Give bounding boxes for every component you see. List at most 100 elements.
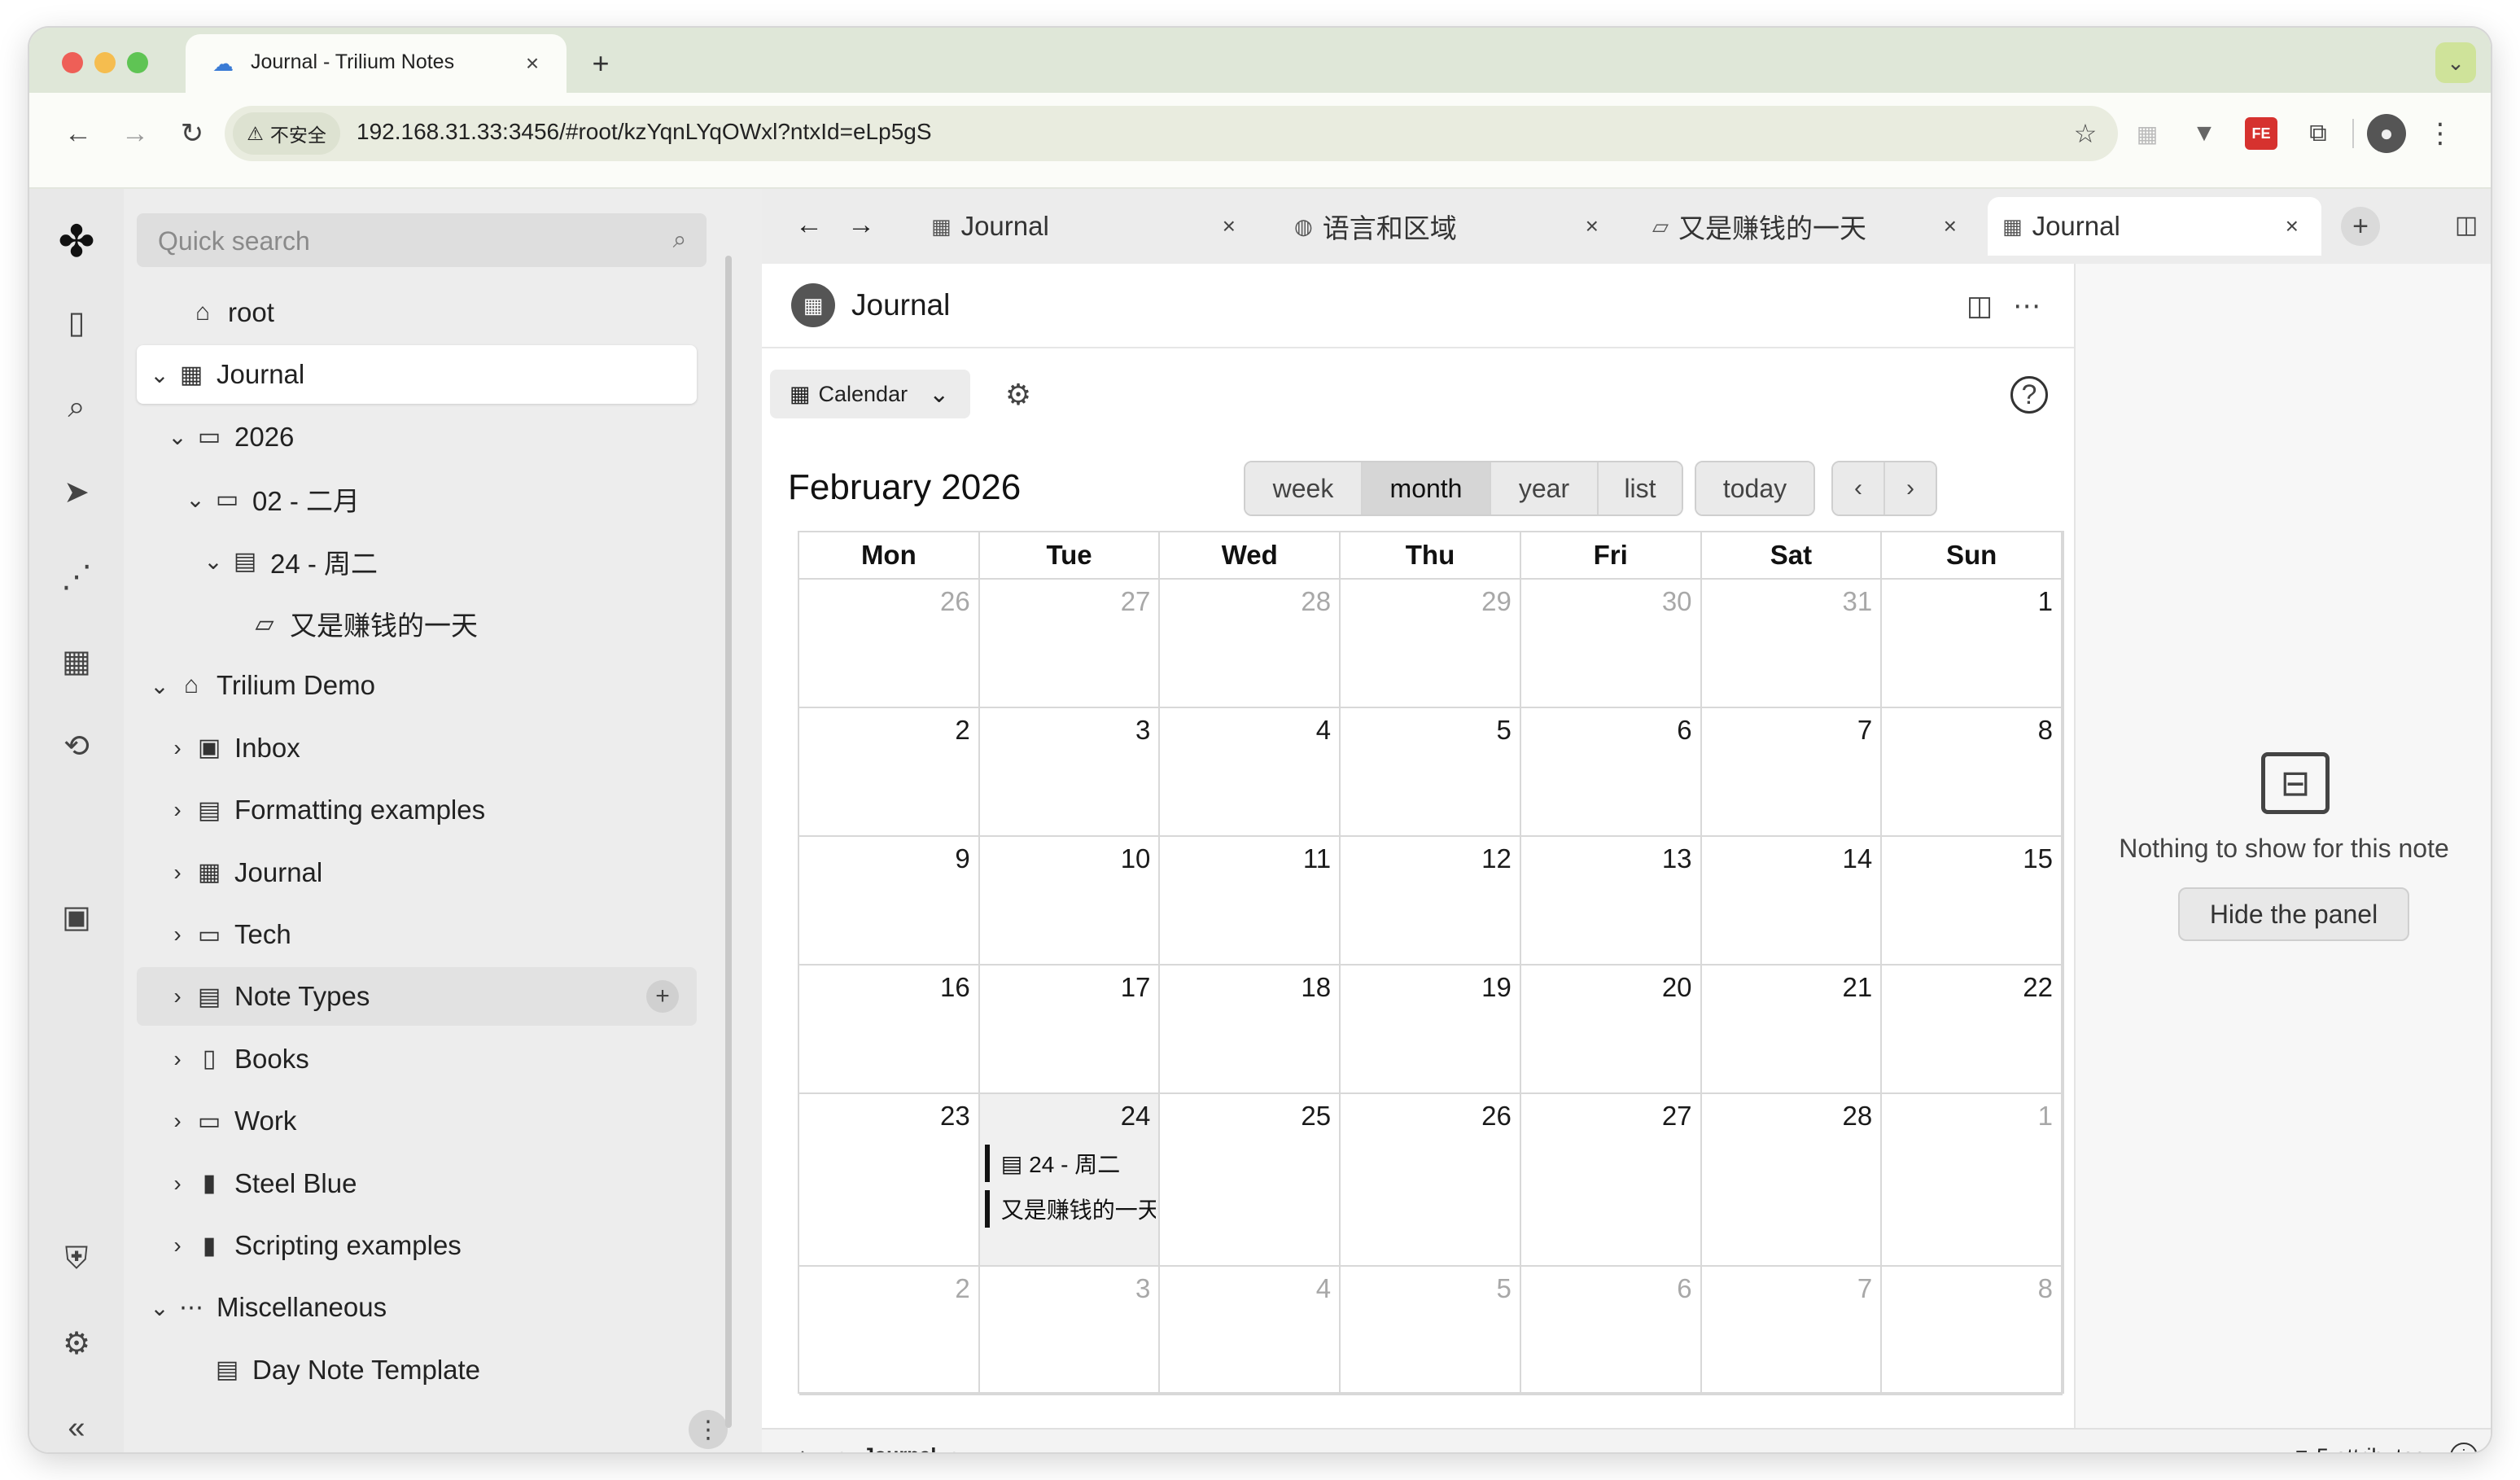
minimize-window-button[interactable] [94, 52, 116, 73]
security-chip[interactable]: ⚠ 不安全 [233, 112, 340, 155]
day-cell[interactable]: 7 [1701, 1267, 1883, 1395]
day-cell[interactable]: 26 [799, 580, 980, 708]
chevron-down-icon[interactable]: ⌄ [145, 672, 174, 699]
day-cell[interactable]: 4 [1160, 1267, 1341, 1395]
collection-settings-gear-icon[interactable]: ⚙ [1000, 376, 1037, 414]
extensions-puzzle-icon[interactable]: ⧉ [2302, 117, 2334, 150]
note-tab[interactable]: ▦ Journal × [1988, 197, 2321, 256]
browser-menu-icon[interactable]: ⋮ [2424, 114, 2457, 153]
maximize-window-button[interactable] [127, 52, 148, 73]
day-cell[interactable]: 8 [1882, 1267, 2063, 1395]
tree-settings-kebab-icon[interactable]: ⋮ [689, 1410, 728, 1449]
add-child-note-button[interactable]: + [646, 980, 679, 1014]
note-title[interactable]: Journal [851, 288, 950, 322]
day-cell[interactable]: 27 [979, 580, 1161, 708]
forward-arrow-icon[interactable]: → [116, 114, 155, 153]
toggle-right-pane-icon[interactable]: ◫ [2448, 207, 2484, 243]
search-icon[interactable]: ⌕ [57, 388, 96, 427]
day-cell[interactable]: 1 [1882, 1094, 2063, 1267]
protected-session-shield-icon[interactable]: ⛨ [57, 1239, 96, 1278]
breadcrumb-chevron-icon[interactable]: › [952, 1443, 960, 1452]
close-tab-icon[interactable]: × [1586, 213, 1599, 239]
day-cell[interactable]: 8 [1882, 708, 2063, 837]
note-tab[interactable]: ▱ 又是赚钱的一天 × [1638, 197, 1980, 256]
day-cell[interactable]: 2 [799, 1267, 980, 1395]
day-cell[interactable]: 17 [979, 966, 1161, 1094]
tree-item[interactable]: ▱ 又是赚钱的一天 [124, 594, 762, 653]
chevron-down-icon[interactable]: ⌄ [145, 1294, 174, 1321]
next-month-chevron-icon[interactable]: › [1885, 462, 1936, 514]
day-cell[interactable]: 9 [799, 837, 980, 966]
close-tab-icon[interactable]: × [518, 49, 547, 78]
chevron-down-icon[interactable]: ⌄ [145, 361, 174, 388]
tree-item[interactable]: › ▭ Tech [124, 905, 762, 964]
note-menu-ellipsis-icon[interactable]: ⋯ [2007, 287, 2046, 326]
tree-item[interactable]: › ▦ Journal [124, 843, 762, 902]
day-cell[interactable]: 3 [979, 708, 1161, 837]
chevron-right-icon[interactable]: › [163, 1171, 192, 1197]
tree-item[interactable]: › ▤ Note Types + [137, 967, 697, 1027]
settings-gear-icon[interactable]: ⚙ [57, 1324, 96, 1363]
day-cell[interactable]: 14 [1701, 837, 1883, 966]
tree-item[interactable]: › ▮ Steel Blue [124, 1154, 762, 1213]
note-tab[interactable]: ▦ Journal × [917, 197, 1258, 256]
address-bar[interactable]: ⚠ 不安全 192.168.31.33:3456/#root/kzYqnLYqO… [225, 106, 2118, 161]
tree-item[interactable]: ⌄ ⌂ Trilium Demo [124, 656, 762, 715]
day-cell[interactable]: 28 [1701, 1094, 1883, 1267]
note-map-icon[interactable]: ⋰ [57, 557, 96, 596]
note-type-calendar-icon[interactable]: ▦ [791, 283, 835, 327]
day-cell[interactable]: 23 [799, 1094, 980, 1267]
tree-item[interactable]: › ▣ Inbox [124, 719, 762, 777]
new-note-icon[interactable]: ▯ [57, 303, 96, 342]
close-window-button[interactable] [62, 52, 83, 73]
help-icon[interactable]: ? [2010, 376, 2048, 414]
day-cell[interactable]: 2 [799, 708, 980, 837]
new-note-tab-button[interactable]: + [2341, 207, 2380, 246]
day-cell[interactable]: 20 [1520, 966, 1702, 1094]
chevron-down-icon[interactable]: ⌄ [181, 486, 210, 513]
chevron-right-icon[interactable]: › [163, 860, 192, 886]
back-arrow-icon[interactable]: ← [59, 114, 98, 153]
day-cell[interactable]: 31 [1701, 580, 1883, 708]
note-back-arrow-icon[interactable]: ← [791, 207, 827, 243]
day-cell[interactable]: 18 [1160, 966, 1341, 1094]
collapse-sidebar-icon[interactable]: « [57, 1408, 96, 1447]
home-icon[interactable]: ⌂ [786, 1441, 819, 1452]
day-cell[interactable]: 26 [1341, 1094, 1521, 1267]
close-tab-icon[interactable]: × [1223, 213, 1236, 239]
view-week-button[interactable]: week [1245, 462, 1363, 514]
tree-item[interactable]: ⌄ ▤ 24 - 周二 [124, 532, 762, 591]
day-cell[interactable]: 27 [1520, 1094, 1702, 1267]
note-info-icon[interactable]: i [2450, 1443, 2478, 1452]
quick-search-box[interactable]: Quick search ⌕ [137, 213, 707, 267]
browser-tab[interactable]: ☁ Journal - Trilium Notes × [186, 34, 567, 93]
chevron-right-icon[interactable]: › [163, 983, 192, 1009]
tree-item[interactable]: ▤ Day Note Template [124, 1341, 762, 1399]
day-cell[interactable]: 30 [1520, 580, 1702, 708]
tree-item[interactable]: ⌄ ▭ 2026 [124, 408, 762, 466]
view-type-dropdown[interactable]: ▦ Calendar ⌄ [770, 370, 970, 418]
close-tab-icon[interactable]: × [1944, 213, 1957, 239]
bookmark-star-icon[interactable]: ☆ [2066, 114, 2105, 153]
view-list-button[interactable]: list [1599, 462, 1682, 514]
day-cell[interactable]: 11 [1160, 837, 1341, 966]
day-cell[interactable]: 22 [1882, 966, 2063, 1094]
day-cell[interactable]: 25 [1160, 1094, 1341, 1267]
view-year-button[interactable]: year [1491, 462, 1599, 514]
tree-item[interactable]: › ▯ Books [124, 1030, 762, 1088]
today-note-icon[interactable]: ▣ [57, 897, 96, 936]
day-cell[interactable]: 16 [799, 966, 980, 1094]
day-cell[interactable]: 6 [1520, 1267, 1702, 1395]
day-cell[interactable]: 3 [979, 1267, 1161, 1395]
recent-changes-icon[interactable]: ⟲ [57, 726, 96, 765]
day-cell[interactable]: 21 [1701, 966, 1883, 1094]
day-cell[interactable]: 6 [1520, 708, 1702, 837]
tree-item[interactable]: ⌄ ▭ 02 - 二月 [124, 470, 762, 528]
close-tab-icon[interactable]: × [2286, 213, 2299, 239]
day-cell[interactable]: 29 [1341, 580, 1521, 708]
attributes-count[interactable]: 5 attributes [2317, 1444, 2426, 1452]
quick-search-icon[interactable]: ⌕ [666, 226, 693, 254]
day-cell[interactable]: 5 [1341, 1267, 1521, 1395]
chevron-right-icon[interactable]: › [163, 735, 192, 761]
tree-item[interactable]: › ▮ Scripting examples [124, 1216, 762, 1275]
